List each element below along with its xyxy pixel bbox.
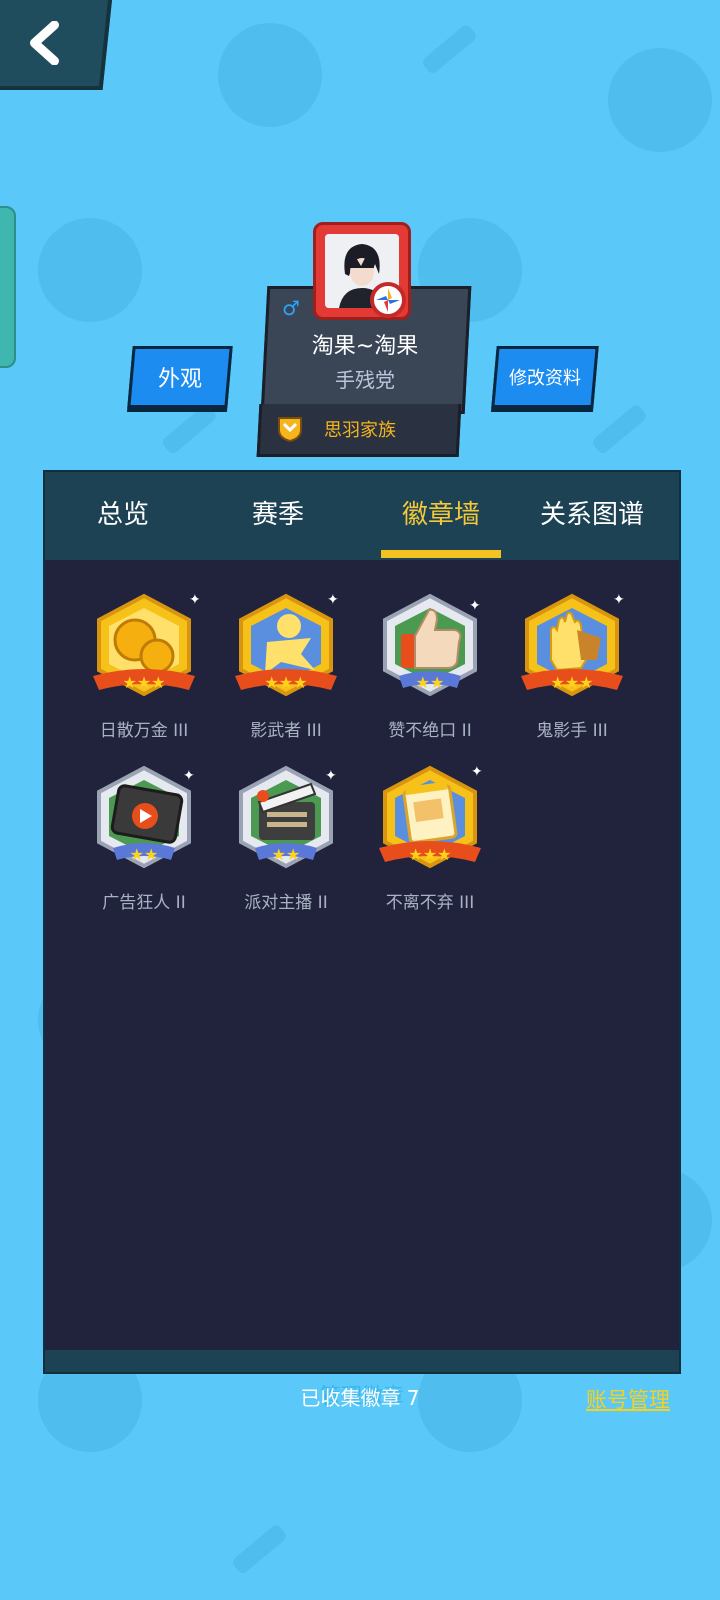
svg-text:★★: ★★ bbox=[416, 673, 445, 692]
svg-text:★★★: ★★★ bbox=[264, 673, 307, 692]
family-name[interactable]: 思羽家族 bbox=[324, 416, 396, 442]
svg-text:✦: ✦ bbox=[325, 768, 337, 784]
tab-bar: 总览 赛季 徽章墙 关系图谱 bbox=[45, 472, 679, 560]
svg-text:★★★: ★★★ bbox=[550, 673, 593, 692]
back-button[interactable] bbox=[0, 0, 112, 90]
side-drawer-tab[interactable] bbox=[0, 206, 16, 368]
badge-name: 派对主播 II bbox=[244, 893, 328, 913]
svg-text:✦: ✦ bbox=[327, 592, 339, 608]
badge-item[interactable]: ★★★ ✦ 影武者 III bbox=[221, 590, 351, 750]
badge-name: 赞不绝口 II bbox=[388, 721, 472, 741]
badge-wall: ★★★ ✦ 日散万金 III ★★★ ✦ 影武者 III ★★ ✦ 赞不绝口 I… bbox=[45, 560, 679, 1408]
svg-text:✦: ✦ bbox=[471, 764, 483, 780]
appearance-button[interactable]: 外观 bbox=[127, 346, 233, 408]
badge-name: 不离不弃 III bbox=[385, 893, 475, 913]
gender-male-icon: ♂ bbox=[282, 296, 300, 320]
clapperboard-icon: ★★ ✦ bbox=[239, 765, 337, 869]
badge-name: 影武者 III bbox=[250, 721, 322, 741]
profile-panel: 总览 赛季 徽章墙 关系图谱 ★★★ ✦ 日散万金 III ★★★ ✦ 影武者 … bbox=[43, 470, 681, 1408]
running-figure-icon: ★★★ ✦ bbox=[235, 592, 339, 697]
badge-item[interactable]: ★★ ✦ 派对主播 II bbox=[221, 762, 351, 922]
family-emblem-icon bbox=[278, 417, 302, 442]
svg-text:✦: ✦ bbox=[469, 598, 481, 614]
badge-item[interactable]: ★★★ ✦ 不离不弃 III bbox=[365, 762, 495, 922]
chevron-left-icon bbox=[29, 21, 59, 65]
player-title: 手残党 bbox=[335, 368, 395, 392]
badge-item[interactable]: ★★ ✦ 赞不绝口 II bbox=[365, 590, 495, 750]
active-tab-indicator bbox=[381, 550, 501, 558]
svg-text:★★: ★★ bbox=[272, 845, 301, 864]
svg-text:✦: ✦ bbox=[189, 592, 199, 608]
svg-text:✦: ✦ bbox=[183, 768, 195, 784]
svg-text:★★★: ★★★ bbox=[408, 845, 451, 864]
tab-season[interactable]: 赛季 bbox=[203, 494, 353, 534]
tab-relationship-graph[interactable]: 关系图谱 bbox=[512, 494, 672, 534]
svg-text:★★★: ★★★ bbox=[122, 673, 165, 692]
badge-name: 日散万金 III bbox=[99, 721, 189, 741]
badge-name: 广告狂人 II bbox=[102, 893, 186, 913]
svg-text:✦: ✦ bbox=[613, 592, 625, 608]
badge-name: 鬼影手 III bbox=[536, 721, 608, 741]
edit-profile-button[interactable]: 修改资料 bbox=[491, 346, 599, 408]
calendar-icon: ★★★ ✦ bbox=[379, 764, 483, 869]
nickname: 淘果~淘果 bbox=[311, 334, 419, 359]
ghost-hand-icon: ★★★ ✦ bbox=[521, 592, 625, 697]
rank-badge-icon bbox=[370, 282, 406, 318]
account-management-link[interactable]: 账号管理 bbox=[586, 1384, 670, 1414]
badge-item[interactable]: ★★ ✦ 广告狂人 II bbox=[79, 762, 209, 922]
svg-text:★★: ★★ bbox=[130, 845, 159, 864]
gold-coins-icon: ★★★ ✦ bbox=[93, 592, 199, 697]
thumbs-up-icon: ★★ ✦ bbox=[383, 593, 481, 697]
tab-overview[interactable]: 总览 bbox=[48, 494, 198, 534]
video-play-icon: ★★ ✦ bbox=[97, 765, 195, 869]
edit-profile-button-label: 修改资料 bbox=[509, 368, 581, 389]
appearance-button-label: 外观 bbox=[157, 367, 202, 392]
badge-item[interactable]: ★★★ ✦ 日散万金 III bbox=[79, 590, 209, 750]
tab-badge-wall[interactable]: 徽章墙 bbox=[366, 494, 516, 534]
badge-item[interactable]: ★★★ ✦ 鬼影手 III bbox=[507, 590, 637, 750]
